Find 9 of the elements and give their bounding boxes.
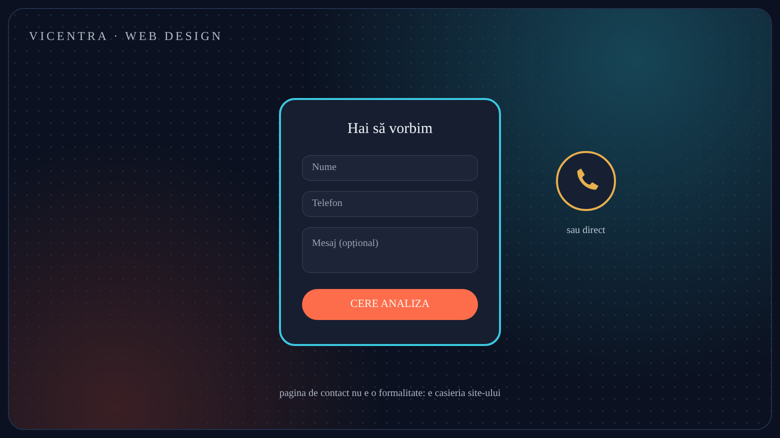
form-title: Hai să vorbim — [346, 120, 434, 139]
submit-button[interactable]: CERE ANALIZA — [302, 288, 478, 320]
text-field[interactable]: Nume — [302, 154, 478, 180]
footer-text: pagina de contact nu e o formalitate: e casieria site-ului — [279, 387, 501, 401]
text-field[interactable]: Telefon — [302, 190, 478, 216]
message-field[interactable]: Mesaj (opțional) — [302, 226, 478, 272]
phone-button[interactable] — [556, 151, 616, 211]
brand-title: VICENTRA · WEB DESIGN — [29, 29, 223, 43]
direct-label: sau direct — [566, 224, 606, 238]
